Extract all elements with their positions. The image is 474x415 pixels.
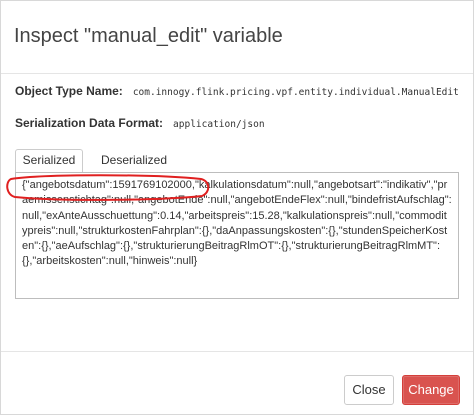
serialization-format-row: Serialization Data Format: application/js… (15, 114, 265, 132)
change-button[interactable]: Change (402, 375, 460, 405)
object-type-label: Object Type Name: (15, 84, 123, 98)
serialization-format-value: application/json (173, 119, 265, 130)
dialog-header: Inspect "manual_edit" variable (1, 1, 473, 74)
dialog-title: Inspect "manual_edit" variable (14, 25, 283, 47)
object-type-value: com.innogy.flink.pricing.vpf.entity.indi… (132, 87, 459, 98)
tab-serialized[interactable]: Serialized (15, 149, 83, 173)
serialization-format-label: Serialization Data Format: (15, 116, 164, 130)
object-type-row: Object Type Name: com.innogy.flink.pricin… (15, 82, 459, 100)
close-button[interactable]: Close (344, 375, 394, 405)
serialized-value-textarea[interactable]: {"angebotsdatum":1591769102000,"kalkulat… (15, 172, 459, 299)
tab-deserialized[interactable]: Deserialized (97, 149, 171, 173)
inspect-variable-dialog: Inspect "manual_edit" variable Object Ty… (0, 0, 474, 415)
